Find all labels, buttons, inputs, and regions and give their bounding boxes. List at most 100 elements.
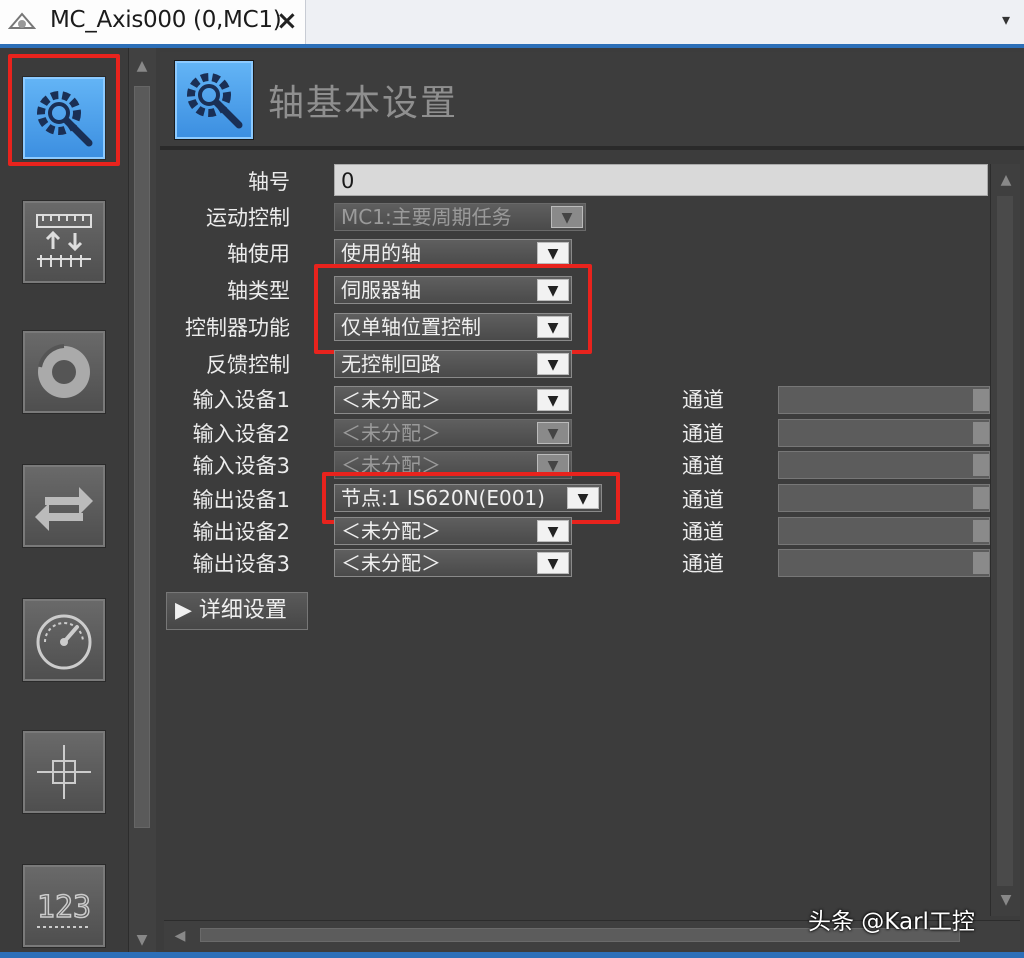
output-device-2-label: 输出设备2 xyxy=(192,520,290,544)
gauge-icon xyxy=(36,614,92,670)
scroll-down-icon[interactable]: ▼ xyxy=(994,888,1018,912)
input-device-1-value: ＜未分配＞ xyxy=(341,388,441,412)
feedback-control-label: 反馈控制 xyxy=(206,353,290,377)
output-device-3-channel-select[interactable] xyxy=(778,549,990,577)
output-device-1-label: 输出设备1 xyxy=(192,488,290,512)
document-tab[interactable]: MC_Axis000 (0,MC1) × xyxy=(0,0,306,44)
chevron-down-icon[interactable] xyxy=(973,520,989,542)
axis-number-label: 轴号 xyxy=(248,170,290,194)
sidebar-scroll-thumb[interactable] xyxy=(134,86,150,828)
input-device-1-channel-label: 通道 xyxy=(682,388,724,412)
output-device-3-label: 输出设备3 xyxy=(192,552,290,576)
scroll-up-icon[interactable]: ▲ xyxy=(994,168,1018,192)
header-gear-wrench-icon xyxy=(174,60,254,140)
dial-icon xyxy=(38,344,90,398)
chevron-down-icon[interactable] xyxy=(973,389,989,411)
chevron-down-icon: ▼ xyxy=(537,454,569,476)
output-device-1-channel-label: 通道 xyxy=(682,488,724,512)
sidebar-item-limit-settings[interactable] xyxy=(22,598,106,682)
output-device-2-channel-select[interactable] xyxy=(778,517,990,545)
motion-control-select: MC1:主要周期任务 ▼ xyxy=(334,203,586,231)
chevron-down-icon[interactable]: ▼ xyxy=(537,552,569,574)
gear-wrench-icon xyxy=(37,91,93,147)
chevron-down-icon[interactable]: ▼ xyxy=(537,242,569,264)
chevron-down-icon: ▼ xyxy=(537,422,569,444)
settings-category-sidebar: 123 xyxy=(0,48,130,958)
axis-type-label: 轴类型 xyxy=(227,279,290,303)
sidebar-item-axis-basic-settings[interactable] xyxy=(22,76,106,160)
axis-type-value: 伺服器轴 xyxy=(341,278,421,302)
chevron-down-icon[interactable]: ▼ xyxy=(537,353,569,375)
output-device-1-channel-select[interactable] xyxy=(778,484,990,512)
input-device-3-channel-select[interactable] xyxy=(778,451,990,479)
chevron-down-icon[interactable] xyxy=(973,454,989,476)
chevron-down-icon[interactable] xyxy=(973,487,989,509)
input-device-3-select: ＜未分配＞ ▼ xyxy=(334,451,572,479)
detail-settings-toggle[interactable]: ▶ 详细设置 xyxy=(166,592,308,630)
output-device-1-select[interactable]: 节点:1 IS620N(E001) ▼ xyxy=(334,484,602,512)
motion-control-label: 运动控制 xyxy=(206,206,290,230)
output-device-1-value: 节点:1 IS620N(E001) xyxy=(341,486,545,510)
crosshair-icon xyxy=(37,745,91,799)
form-vertical-scrollbar[interactable]: ▲ ▼ xyxy=(990,164,1020,916)
input-device-3-value: ＜未分配＞ xyxy=(341,453,441,477)
axis-tab-icon xyxy=(8,12,36,29)
numeric-123-icon: 123 xyxy=(36,889,92,928)
input-device-2-value: ＜未分配＞ xyxy=(341,421,441,445)
svg-text:123: 123 xyxy=(37,890,91,925)
input-device-3-label: 输入设备3 xyxy=(192,454,290,478)
page-title: 轴基本设置 xyxy=(268,83,459,124)
chevron-down-icon[interactable]: ▼ xyxy=(537,279,569,301)
sidebar-item-position-count[interactable] xyxy=(22,730,106,814)
chevron-down-icon[interactable]: ▼ xyxy=(537,389,569,411)
exchange-arrows-icon xyxy=(35,487,93,531)
chevron-down-icon[interactable]: ▼ xyxy=(537,316,569,338)
scroll-left-icon[interactable]: ◀ xyxy=(168,924,192,948)
sidebar-item-other-operation[interactable] xyxy=(22,464,106,548)
output-device-2-select[interactable]: ＜未分配＞ ▼ xyxy=(334,517,572,545)
input-device-2-channel-select[interactable] xyxy=(778,419,990,447)
document-tab-bar: MC_Axis000 (0,MC1) × ▾ xyxy=(0,0,1024,48)
scroll-up-icon[interactable]: ▲ xyxy=(130,54,154,78)
tab-list-dropdown-icon[interactable]: ▾ xyxy=(996,10,1016,30)
controller-function-label: 控制器功能 xyxy=(185,316,290,340)
axis-type-select[interactable]: 伺服器轴 ▼ xyxy=(334,276,572,304)
chevron-down-icon: ▼ xyxy=(551,206,583,228)
sidebar-item-servo-drive[interactable]: 123 xyxy=(22,864,106,948)
tab-title: MC_Axis000 (0,MC1) xyxy=(50,7,282,33)
chevron-down-icon[interactable]: ▼ xyxy=(567,487,599,509)
output-device-3-select[interactable]: ＜未分配＞ ▼ xyxy=(334,549,572,577)
input-device-1-label: 输入设备1 xyxy=(192,388,290,412)
controller-function-value: 仅单轴位置控制 xyxy=(341,315,481,339)
output-device-3-value: ＜未分配＞ xyxy=(341,551,441,575)
input-device-1-select[interactable]: ＜未分配＞ ▼ xyxy=(334,386,572,414)
sidebar-item-unit-conversion[interactable] xyxy=(22,200,106,284)
output-device-2-channel-label: 通道 xyxy=(682,520,724,544)
chevron-down-icon[interactable]: ▼ xyxy=(537,520,569,542)
motion-control-value: MC1:主要周期任务 xyxy=(341,205,512,229)
axis-use-select[interactable]: 使用的轴 ▼ xyxy=(334,239,572,267)
input-device-1-channel-select[interactable] xyxy=(778,386,990,414)
watermark: 头条 @Karl工控 xyxy=(808,909,975,935)
chevron-down-icon[interactable] xyxy=(973,422,989,444)
settings-header: 轴基本设置 xyxy=(160,52,1024,150)
axis-use-value: 使用的轴 xyxy=(341,241,421,265)
scroll-down-icon[interactable]: ▼ xyxy=(130,928,154,952)
tab-close-icon[interactable]: × xyxy=(276,6,298,36)
ruler-icon xyxy=(36,214,92,267)
chevron-down-icon[interactable] xyxy=(973,552,989,574)
input-device-3-channel-label: 通道 xyxy=(682,454,724,478)
input-device-2-select: ＜未分配＞ ▼ xyxy=(334,419,572,447)
axis-number-field[interactable]: 0 xyxy=(334,164,988,196)
axis-use-label: 轴使用 xyxy=(227,242,290,266)
window-bottom-border xyxy=(0,952,1024,958)
output-device-2-value: ＜未分配＞ xyxy=(341,519,441,543)
input-device-2-label: 输入设备2 xyxy=(192,422,290,446)
input-device-2-channel-label: 通道 xyxy=(682,422,724,446)
output-device-3-channel-label: 通道 xyxy=(682,552,724,576)
feedback-control-select[interactable]: 无控制回路 ▼ xyxy=(334,350,572,378)
sidebar-item-operation-settings[interactable] xyxy=(22,330,106,414)
controller-function-select[interactable]: 仅单轴位置控制 ▼ xyxy=(334,313,572,341)
form-scroll-thumb[interactable] xyxy=(997,196,1013,886)
feedback-control-value: 无控制回路 xyxy=(341,352,441,376)
